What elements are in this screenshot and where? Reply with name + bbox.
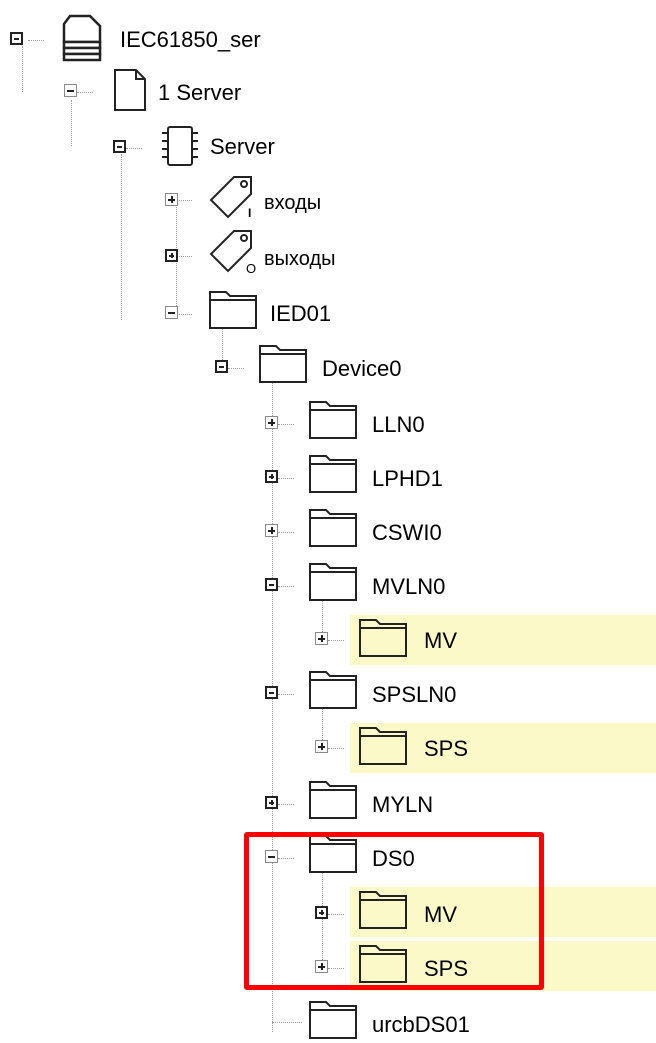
expand-toggle[interactable] — [165, 193, 178, 206]
expand-toggle[interactable] — [165, 249, 178, 262]
folder-icon — [359, 727, 407, 765]
node-label: 1 Server — [158, 80, 242, 105]
folder-icon — [309, 509, 357, 547]
node-label: LPHD1 — [372, 466, 443, 491]
node-label: Device0 — [322, 356, 402, 381]
folder-icon — [309, 401, 357, 439]
node-label: MV — [424, 628, 457, 653]
folder-icon — [209, 291, 257, 329]
folder-icon — [309, 455, 357, 493]
node-label: LLN0 — [372, 412, 425, 437]
collapse-toggle[interactable] — [265, 686, 278, 699]
expand-toggle[interactable] — [265, 796, 278, 809]
expand-toggle[interactable] — [315, 740, 328, 753]
folder-icon — [309, 671, 357, 709]
node-label: SPSLN0 — [372, 682, 457, 707]
node-label: urcbDS01 — [372, 1012, 470, 1037]
node-label: выходы — [264, 248, 336, 270]
collapse-toggle[interactable] — [165, 306, 178, 319]
node-label: CSWI0 — [372, 520, 442, 545]
folder-icon — [309, 781, 357, 819]
expand-toggle[interactable] — [315, 632, 328, 645]
node-label: IEC61850_ser — [120, 27, 261, 52]
selection-frame — [244, 832, 544, 990]
node-label: входы — [264, 192, 322, 214]
collapse-toggle[interactable] — [64, 84, 77, 97]
folder-icon — [359, 619, 407, 657]
tag-letter: I — [248, 206, 252, 220]
database-icon — [62, 14, 102, 62]
node-label: SPS — [424, 736, 469, 761]
folder-icon — [259, 345, 307, 383]
node-label: MYLN — [372, 792, 434, 817]
collapse-toggle[interactable] — [215, 360, 228, 373]
folder-icon — [309, 1001, 357, 1039]
file-icon — [114, 69, 146, 111]
tag-letter: O — [246, 261, 257, 276]
expand-toggle[interactable] — [265, 524, 278, 537]
folder-icon — [309, 563, 357, 601]
collapse-toggle[interactable] — [265, 578, 278, 591]
node-label: IED01 — [270, 301, 332, 326]
chip-icon — [162, 126, 198, 166]
collapse-toggle[interactable] — [10, 32, 23, 45]
node-label: MVLN0 — [372, 574, 446, 599]
node-label: Server — [210, 134, 275, 159]
collapse-toggle[interactable] — [113, 140, 126, 153]
expand-toggle[interactable] — [265, 416, 278, 429]
expand-toggle[interactable] — [265, 470, 278, 483]
